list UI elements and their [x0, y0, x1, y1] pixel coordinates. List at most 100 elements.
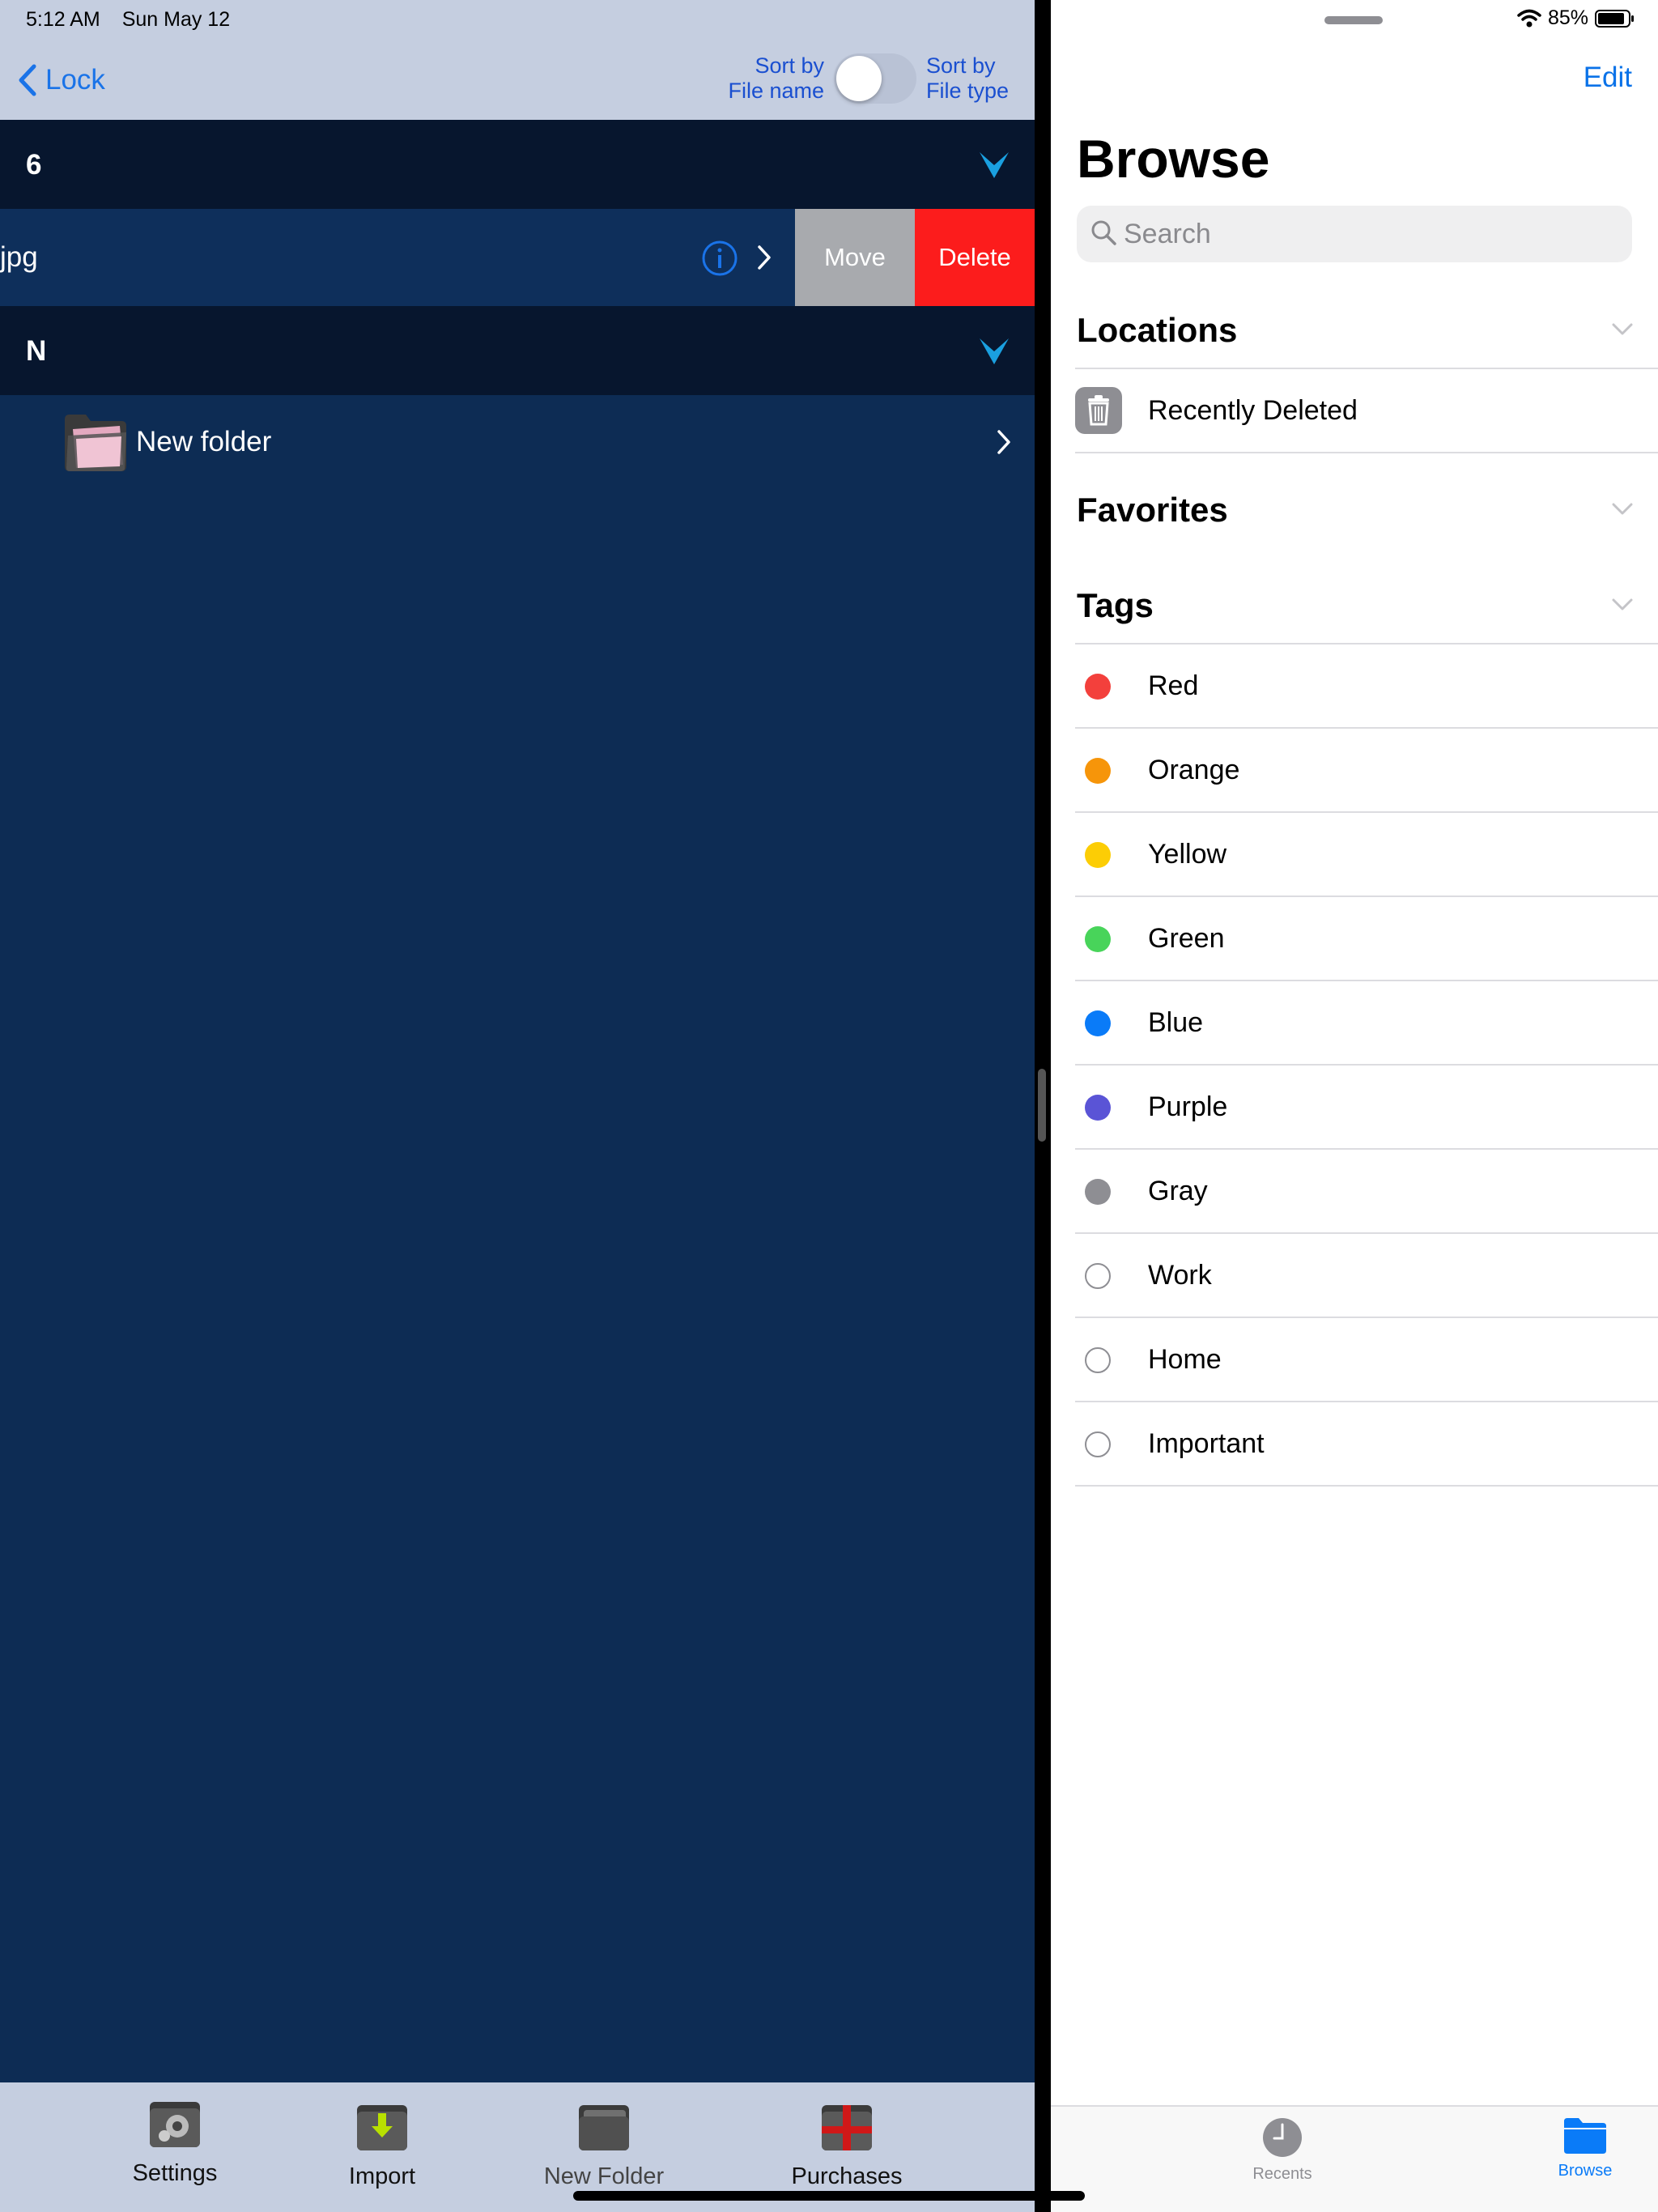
sort-left-line1: Sort by	[755, 53, 824, 78]
tag-label: Home	[1148, 1344, 1222, 1375]
favorites-heading[interactable]: Favorites	[1077, 491, 1228, 530]
import-folder-icon	[357, 2105, 407, 2150]
tag-color-dot	[1085, 1347, 1111, 1373]
status-date: Sun May 12	[121, 8, 231, 31]
pink-folder-icon	[65, 415, 126, 471]
tag-color-dot	[1085, 1010, 1111, 1036]
tag-color-dot	[1085, 842, 1111, 868]
back-button[interactable]: Lock	[18, 60, 105, 100]
import-label: Import	[348, 2163, 416, 2189]
clock-icon	[1263, 2118, 1302, 2157]
split-view-divider[interactable]	[1035, 0, 1051, 2212]
location-label: Recently Deleted	[1148, 395, 1358, 426]
tag-item-red[interactable]: Red	[1075, 644, 1658, 729]
sort-by-file-type-label: Sort by File type	[926, 53, 1009, 104]
separator	[1075, 1485, 1658, 1487]
chevron-down-icon	[980, 152, 1009, 178]
settings-button[interactable]: Settings	[102, 2097, 248, 2187]
gift-folder-icon	[822, 2105, 872, 2150]
sort-toggle[interactable]	[834, 53, 916, 104]
folder-icon	[1564, 2118, 1606, 2154]
tab-browse-label: Browse	[1558, 2162, 1613, 2180]
file-row[interactable]: jpg Move Delete	[0, 209, 1035, 306]
tag-label: Orange	[1148, 755, 1240, 785]
page-title: Browse	[1077, 129, 1270, 189]
folder-name: New folder	[136, 426, 272, 457]
tag-color-dot	[1085, 1431, 1111, 1457]
navigation-bar: 5:12 AM Sun May 12 Lock Sort by File nam…	[0, 0, 1035, 120]
purchases-button[interactable]: Purchases	[774, 2100, 920, 2190]
tags-heading[interactable]: Tags	[1077, 586, 1154, 625]
sort-left-line2: File name	[728, 79, 824, 103]
chevron-down-icon[interactable]	[1611, 322, 1634, 337]
divider-handle[interactable]	[1038, 1069, 1046, 1142]
settings-label: Settings	[132, 2160, 218, 2186]
search-placeholder: Search	[1124, 219, 1211, 249]
battery-icon	[1595, 9, 1634, 28]
new-folder-button[interactable]: New Folder	[531, 2100, 677, 2190]
chevron-left-icon	[19, 64, 36, 96]
search-icon	[1091, 220, 1116, 245]
tag-color-dot	[1085, 926, 1111, 952]
locations-heading[interactable]: Locations	[1077, 311, 1237, 350]
status-bar: 5:12 AM Sun May 12	[26, 8, 246, 32]
tag-item-green[interactable]: Green	[1075, 897, 1658, 981]
import-button[interactable]: Import	[309, 2100, 455, 2190]
move-button[interactable]: Move	[795, 209, 915, 306]
tab-recents-label: Recents	[1252, 2165, 1312, 2183]
tag-item-home[interactable]: Home	[1075, 1318, 1658, 1402]
tag-item-orange[interactable]: Orange	[1075, 729, 1658, 813]
tab-bar: Recents Browse	[1051, 2105, 1658, 2212]
file-manager-pane: 5:12 AM Sun May 12 Lock Sort by File nam…	[0, 0, 1035, 2212]
delete-button[interactable]: Delete	[915, 209, 1035, 306]
status-time: 5:12 AM	[26, 8, 100, 31]
window-grabber[interactable]	[1324, 16, 1383, 24]
tag-item-purple[interactable]: Purple	[1075, 1066, 1658, 1150]
search-field[interactable]: Search	[1077, 206, 1632, 262]
tag-color-dot	[1085, 758, 1111, 784]
location-item-recently-deleted[interactable]: Recently Deleted	[1075, 369, 1658, 453]
tab-browse[interactable]: Browse	[1504, 2116, 1658, 2180]
new-folder-icon	[579, 2105, 629, 2150]
section-label: N	[26, 335, 47, 367]
purchases-label: Purchases	[791, 2163, 903, 2189]
file-name: jpg	[0, 241, 38, 273]
new-folder-label: New Folder	[543, 2163, 665, 2189]
chevron-right-icon	[997, 430, 1010, 454]
home-indicator	[573, 2191, 1085, 2201]
folder-row[interactable]: New folder	[0, 395, 1035, 489]
wifi-icon	[1517, 9, 1541, 27]
chevron-down-icon	[980, 338, 1009, 364]
tag-label: Red	[1148, 670, 1199, 701]
sort-right-line2: File type	[926, 79, 1010, 103]
tag-label: Purple	[1148, 1091, 1228, 1122]
tag-color-dot	[1085, 1095, 1111, 1121]
status-bar: 85%	[1511, 6, 1635, 30]
tag-item-gray[interactable]: Gray	[1075, 1150, 1658, 1234]
sort-by-file-name-label: Sort by File name	[728, 53, 824, 104]
chevron-down-icon[interactable]	[1611, 598, 1634, 612]
tag-label: Work	[1148, 1260, 1212, 1291]
files-browse-pane: 85% Edit Browse Search Locations Recentl…	[1051, 0, 1658, 2212]
section-header-n[interactable]: N	[0, 306, 1035, 395]
settings-folder-icon	[150, 2102, 200, 2147]
tag-label: Blue	[1148, 1007, 1204, 1038]
section-header-6[interactable]: 6	[0, 120, 1035, 209]
tag-item-work[interactable]: Work	[1075, 1234, 1658, 1318]
separator	[1075, 452, 1658, 453]
trash-icon	[1075, 387, 1122, 434]
toggle-knob	[836, 56, 882, 101]
tag-item-important[interactable]: Important	[1075, 1402, 1658, 1487]
tab-recents[interactable]: Recents	[1201, 2116, 1363, 2184]
tag-color-dot	[1085, 1179, 1111, 1205]
tag-label: Green	[1148, 923, 1225, 954]
info-icon[interactable]	[701, 240, 738, 277]
tag-label: Important	[1148, 1428, 1265, 1459]
tag-item-blue[interactable]: Blue	[1075, 981, 1658, 1066]
battery-percent: 85%	[1547, 6, 1588, 29]
tag-item-yellow[interactable]: Yellow	[1075, 813, 1658, 897]
tag-color-dot	[1085, 1263, 1111, 1289]
chevron-down-icon[interactable]	[1611, 502, 1634, 517]
back-label: Lock	[45, 64, 105, 96]
edit-button[interactable]: Edit	[1584, 62, 1632, 94]
